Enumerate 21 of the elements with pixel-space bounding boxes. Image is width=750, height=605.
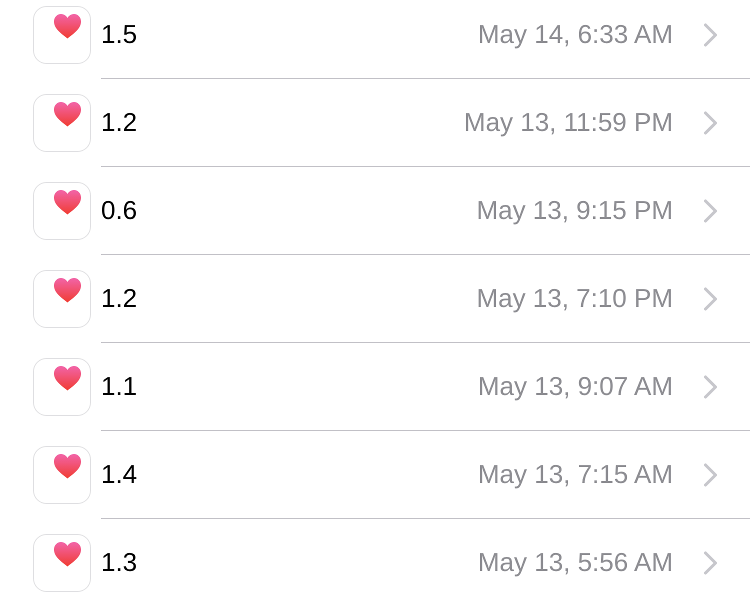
chevron-icon[interactable] [703,198,718,222]
measurement-value: 1.4 [101,459,138,490]
chevron-icon[interactable] [703,22,718,46]
timestamp-text: May 13, 7:15 AM [478,459,673,490]
chevron-icon[interactable] [703,374,718,398]
measurement-value: 0.6 [101,195,138,226]
timestamp-text: May 13, 9:07 AM [478,371,673,402]
chevron-icon[interactable] [703,286,718,310]
timestamp-text: May 13, 11:59 PM [464,107,673,138]
measurement-value: 1.1 [101,371,138,402]
measurement-value: 1.5 [101,19,138,50]
measurement-value: 1.2 [101,107,138,138]
timestamp-text: May 13, 5:56 AM [478,547,673,578]
chevron-icon[interactable] [703,110,718,134]
measurement-value: 1.3 [101,547,138,578]
chevron-icon[interactable] [703,550,718,574]
timestamp-text: May 14, 6:33 AM [478,19,673,50]
timestamp-text: May 13, 7:10 PM [476,283,673,314]
measurement-value: 1.2 [101,283,138,314]
timestamp-text: May 13, 9:15 PM [476,195,673,226]
chevron-icon[interactable] [703,462,718,486]
